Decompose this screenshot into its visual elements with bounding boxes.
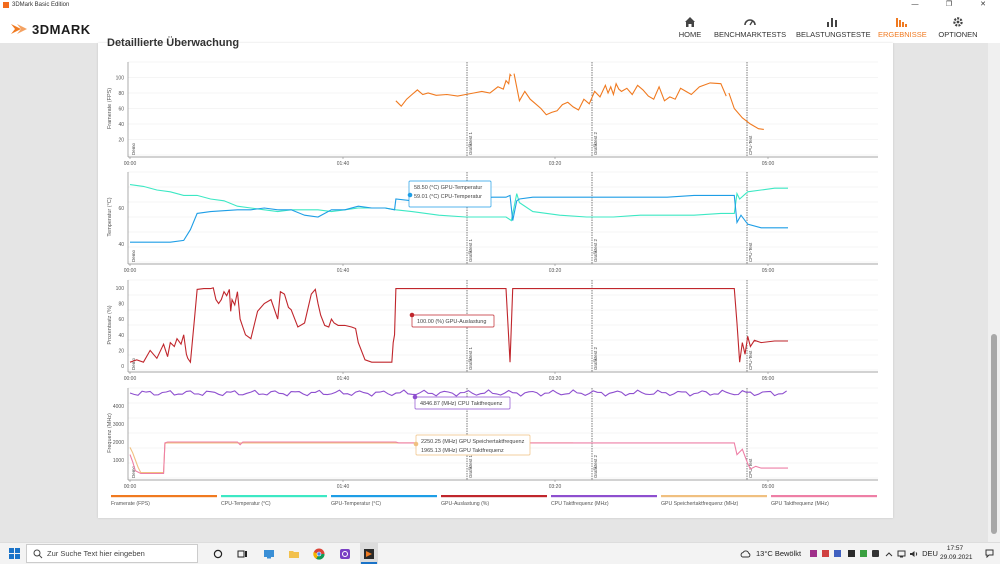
nav-optionen[interactable]: OPTIONEN [936,15,980,39]
scrollbar-thumb[interactable] [991,334,997,534]
tray-icon-5[interactable] [858,543,868,564]
nav-home-label: HOME [678,30,702,39]
window-title: 3DMark Basic Edition [12,2,70,8]
windows-logo-icon [8,548,20,559]
3dmark-icon [364,548,374,559]
taskbar-app-purple[interactable] [336,543,354,564]
home-icon [685,17,695,27]
app-window-icon [264,549,274,558]
weather-widget[interactable]: 13°C Bewölkt [740,543,810,564]
tray-app-icon [871,550,879,557]
nav-optionen-label: OPTIONEN [938,30,978,39]
tray-icon-6[interactable] [870,543,880,564]
taskbar-3dmark[interactable] [360,543,378,564]
clock-date: 29.09.2021 [940,554,973,561]
nav-benchmarktests-label: BENCHMARKTESTS [714,30,787,39]
task-view-button[interactable] [234,543,250,564]
tray-overflow-button[interactable] [884,543,894,564]
nav-ergebnisse-label: ERGEBNISSE [878,30,927,39]
gauge-icon [744,19,756,26]
speaker-icon [909,550,917,557]
cortana-icon [213,549,223,558]
network-button[interactable] [896,543,906,564]
taskbar-search-box[interactable]: Zur Suche Text hier eingeben [26,544,198,563]
gear-icon [953,17,963,27]
maximize-button[interactable]: ❐ [932,0,966,11]
taskbar-chrome[interactable] [310,543,328,564]
monitoring-panel [98,43,893,518]
tray-app-icon [833,550,841,557]
close-button[interactable]: ✕ [966,0,1000,11]
tray-app-icon [847,550,855,557]
network-icon [897,550,905,557]
tray-app-icon [859,550,867,557]
language-indicator[interactable]: DEU [920,543,940,564]
taskbar-file-explorer[interactable] [285,543,303,564]
app-icon-purple [340,548,350,559]
folder-icon [289,550,299,558]
task-view-icon [237,550,247,557]
bars-icon [827,18,837,27]
cortana-button[interactable] [210,543,226,564]
cloud-icon [740,550,751,558]
windows-taskbar: Zur Suche Text hier eingeben 13°C Bewölk… [0,542,1000,564]
logo-text: 3DMARK [32,22,91,37]
window-title-bar: 3DMark Basic Edition — ❐ ✕ [0,0,1000,11]
language-text: DEU [922,549,938,558]
clock-time: 17:57 [946,545,964,552]
nav-belastungsteste-label: BELASTUNGSTESTE [796,30,871,39]
tray-icon-1[interactable] [808,543,818,564]
start-button[interactable] [4,543,24,564]
tray-app-icon [809,550,817,557]
taskbar-app-monitor[interactable] [260,543,278,564]
weather-text: 13°C Bewölkt [756,549,802,558]
chevron-up-icon [885,551,893,556]
tray-icon-2[interactable] [820,543,830,564]
tray-icon-3[interactable] [832,543,842,564]
search-icon [33,549,43,558]
nav-belastungsteste[interactable]: BELASTUNGSTESTE [796,15,871,39]
nav-home[interactable]: HOME [676,15,704,39]
search-placeholder: Zur Suche Text hier eingeben [47,549,145,558]
nav-benchmarktests[interactable]: BENCHMARKTESTS [714,15,786,39]
app-icon [3,2,9,8]
volume-button[interactable] [908,543,918,564]
logo-mark-icon [11,24,27,34]
notifications-button[interactable] [982,543,996,564]
minimize-button[interactable]: — [898,0,932,11]
chrome-icon [313,548,325,560]
section-title: Detaillierte Überwachung [107,37,240,49]
taskbar-clock[interactable]: 17:57 29.09.2021 [940,544,973,562]
notification-icon [985,549,993,558]
nav-ergebnisse[interactable]: ERGEBNISSE [878,15,927,39]
tray-icon-4[interactable] [846,543,856,564]
results-icon [896,18,907,27]
tray-app-icon [821,550,829,557]
